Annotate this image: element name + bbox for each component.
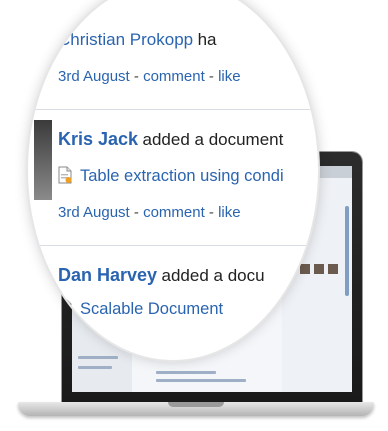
feed-item: Dan Harvey added a docu <box>58 265 318 286</box>
document-title-link[interactable]: Scalable Document <box>80 300 223 318</box>
comment-link[interactable]: comment <box>143 68 205 85</box>
comment-link[interactable]: comment <box>143 204 205 221</box>
magnifier-lens: Christian Prokopp ha 3rd August - commen… <box>28 0 318 360</box>
like-link[interactable]: like <box>218 204 241 221</box>
like-link[interactable]: like <box>218 68 241 85</box>
screen-scrollbar <box>345 206 349 296</box>
feed-meta: 3rd August - comment - like <box>58 68 318 85</box>
meta-separator: - <box>204 68 219 85</box>
laptop-base-notch <box>168 402 224 407</box>
feed-date: 3rd August <box>58 204 130 221</box>
feed-action-text: added a docu <box>161 266 265 285</box>
screen-text-line <box>78 356 118 359</box>
feed-divider <box>28 245 318 246</box>
feed-meta: 3rd August - comment - like <box>58 204 318 221</box>
feed-divider <box>28 109 318 110</box>
screen-text-line <box>156 379 246 382</box>
feed-action-text: ha <box>197 30 217 49</box>
screen-thumbnail <box>328 264 338 274</box>
feed-document-row: Table extraction using condi <box>58 166 318 186</box>
screen-text-line <box>156 371 216 374</box>
screen-text-line <box>78 366 112 369</box>
avatar <box>34 120 52 200</box>
meta-separator: - <box>129 68 144 85</box>
meta-separator: - <box>129 204 144 221</box>
document-icon <box>58 299 72 317</box>
feed-action-text: added a document <box>142 130 284 149</box>
feed-actor-link[interactable]: Kris Jack <box>58 129 138 149</box>
meta-separator: - <box>204 204 219 221</box>
feed-item: Kris Jack added a document <box>58 129 318 150</box>
document-title-link[interactable]: Table extraction using condi <box>80 167 284 185</box>
feed-document-row: Scalable Document <box>58 299 318 319</box>
laptop-base <box>18 402 374 416</box>
feed-date: 3rd August <box>58 68 130 85</box>
document-icon <box>58 166 72 184</box>
feed-item: Christian Prokopp ha <box>58 30 318 50</box>
feed-actor-link[interactable]: Christian Prokopp <box>58 30 193 49</box>
feed-actor-link[interactable]: Dan Harvey <box>58 265 157 285</box>
